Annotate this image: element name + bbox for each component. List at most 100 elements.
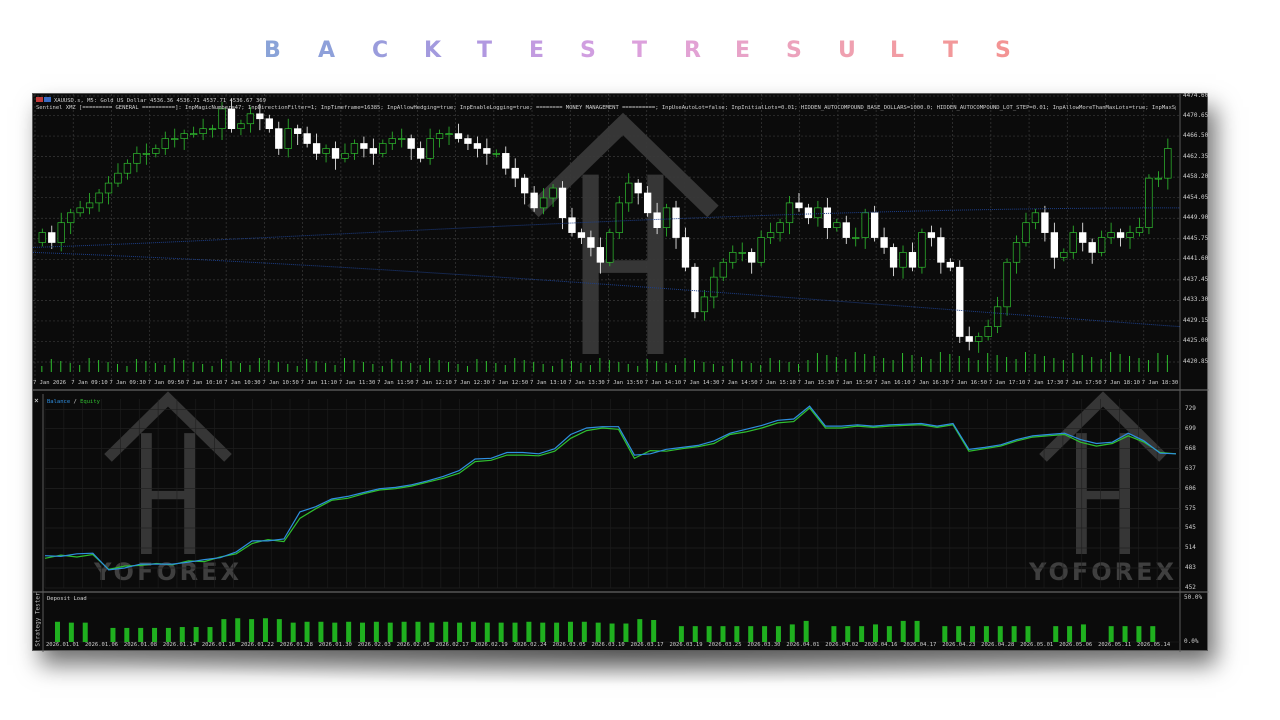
date-tick-label: 2026.04.02	[825, 642, 859, 648]
deposit-load-bar	[1025, 626, 1031, 642]
date-tick-label: 2026.01.30	[318, 642, 352, 648]
candle-body	[227, 108, 236, 130]
equity-tick-label: 729	[1185, 405, 1196, 413]
deposit-load-bar	[457, 622, 463, 642]
candle-body	[350, 143, 359, 154]
candle-body	[587, 237, 595, 248]
candle-body	[861, 212, 869, 238]
candle-body	[114, 172, 122, 184]
candle-body	[691, 266, 699, 313]
candle-body	[511, 167, 519, 179]
equity-tick-label: 575	[1185, 504, 1196, 512]
candle-body	[549, 187, 557, 199]
deposit-load-bar	[1150, 626, 1156, 642]
date-tick-label: 2026.01.14	[162, 642, 197, 648]
deposit-load-bar	[692, 626, 698, 642]
deposit-load-bar	[124, 627, 130, 642]
candle-body	[1088, 242, 1096, 253]
candle-body	[625, 182, 633, 204]
candle-body	[719, 261, 727, 278]
candle-body	[899, 252, 907, 268]
time-tick-label: 7 Jan 17:10	[988, 380, 1026, 386]
equity-tick-label: 606	[1185, 484, 1196, 492]
time-tick-label: 7 Jan 10:10	[185, 380, 223, 386]
candle-body	[521, 177, 529, 194]
title-letter: E	[529, 38, 545, 63]
deposit-load-bar	[1122, 626, 1128, 642]
candle-body	[662, 207, 671, 228]
candle-body	[908, 252, 917, 268]
deposit-tick-label: 0.0%	[1184, 638, 1199, 645]
date-tick-label: 2026.01.01	[46, 642, 80, 648]
symbol-line: XAUUSD.s, M5: Gold US Dollar 4536.36 453…	[54, 98, 266, 104]
candle-body	[577, 232, 586, 238]
title-letter: U	[838, 38, 856, 63]
candle-body	[1107, 232, 1115, 238]
candle-body	[426, 138, 434, 159]
price-tick-label: 4445.75	[1183, 234, 1209, 242]
candle-body	[57, 222, 65, 243]
deposit-load-bar	[498, 622, 504, 642]
candle-body	[123, 162, 132, 174]
time-tick-label: 7 Jan 13:50	[606, 380, 643, 386]
time-tick-label: 7 Jan 15:10	[759, 380, 796, 386]
candle-body	[369, 148, 378, 154]
close-button[interactable]: ×	[34, 396, 39, 405]
time-tick-label: 7 Jan 12:30	[453, 380, 490, 386]
strategy-tester-tab[interactable]: Strategy Tester	[35, 592, 42, 646]
candle-body	[303, 133, 311, 144]
deposit-load-bar	[789, 624, 795, 642]
candle-body	[672, 207, 680, 238]
deposit-load-bar	[900, 620, 906, 642]
page-title: BACKTESTRESULTS	[0, 38, 1280, 68]
candle-body	[539, 197, 548, 209]
candle-body	[284, 128, 292, 149]
candle-body	[218, 108, 226, 130]
date-tick-label: 2026.01.06	[84, 642, 119, 648]
price-tick-label: 4433.30	[1183, 296, 1209, 304]
date-tick-label: 2026.03.30	[747, 642, 781, 648]
deposit-load-bar	[179, 627, 185, 642]
candle-body	[492, 153, 500, 155]
time-tick-label: 7 Jan 14:50	[721, 380, 758, 386]
deposit-load-bar	[221, 619, 227, 642]
deposit-load-bar	[429, 622, 435, 642]
candle-body	[1050, 232, 1059, 258]
deposit-load-bar	[443, 621, 449, 642]
title-letter: C	[372, 38, 389, 63]
deposit-load-bar	[1053, 626, 1059, 642]
candle-body	[653, 212, 661, 228]
candle-body	[483, 148, 491, 154]
candle-body	[38, 232, 46, 243]
date-tick-label: 2026.05.06	[1059, 642, 1093, 648]
yoforex-watermark-text: YOFOREX	[1028, 558, 1177, 586]
title-letter: S	[786, 38, 802, 63]
time-tick-label: 7 Jan 17:50	[1065, 380, 1102, 386]
deposit-load-bar	[346, 621, 352, 642]
candle-body	[1041, 212, 1049, 233]
date-tick-label: 2026.05.01	[1020, 642, 1054, 648]
candle-body	[331, 148, 340, 159]
price-tick-label: 4441.60	[1183, 255, 1209, 263]
time-tick-label: 7 Jan 09:50	[147, 380, 185, 386]
candle-body	[1031, 212, 1040, 224]
title-letter: S	[580, 38, 596, 63]
candle-body	[1116, 232, 1125, 238]
chart-canvas: YOFOREX YOFOREX	[32, 94, 1209, 652]
yoforex-watermark-text: YOFOREX	[93, 558, 242, 586]
deposit-load-bar	[983, 626, 989, 642]
deposit-load-bar	[540, 622, 546, 642]
date-tick-label: 2026.01.28	[279, 642, 313, 648]
candle-body	[152, 148, 160, 154]
candle-body	[133, 153, 141, 164]
deposit-load-bar	[581, 621, 587, 642]
candle-body	[1154, 177, 1163, 180]
date-tick-label: 2026.01.22	[240, 642, 274, 648]
candle-body	[937, 237, 945, 263]
time-tick-label: 7 Jan 15:30	[797, 380, 835, 386]
candle-body	[379, 143, 387, 154]
deposit-load-bar	[762, 626, 768, 642]
deposit-load-bar	[595, 622, 601, 642]
candle-body	[700, 296, 709, 313]
deposit-load-bar	[609, 623, 615, 642]
